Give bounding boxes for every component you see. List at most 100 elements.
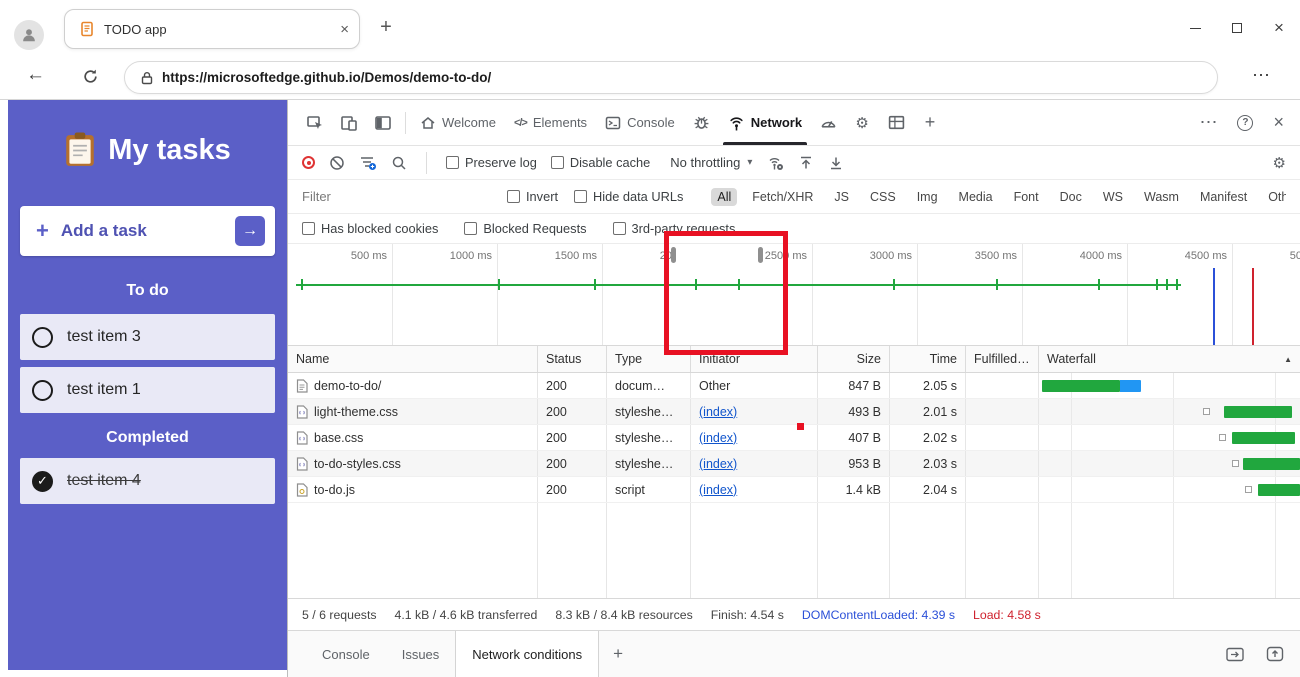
add-tool-icon[interactable]: +	[913, 100, 947, 145]
tab-debugger[interactable]	[684, 100, 719, 145]
address-bar[interactable]: https://microsoftedge.github.io/Demos/de…	[124, 61, 1218, 94]
filter-icon[interactable]	[359, 155, 377, 171]
close-devtools-icon[interactable]: ×	[1273, 112, 1284, 133]
request-row-light-theme-css[interactable]: light-theme.css200styleshe…(index)493 B2…	[288, 399, 1300, 425]
filter-pill-other[interactable]: Other	[1262, 188, 1286, 206]
new-tab-button[interactable]: +	[374, 14, 398, 40]
network-overview[interactable]: 500 ms1000 ms1500 ms2000 ms2500 ms3000 m…	[288, 244, 1300, 346]
filter-input[interactable]	[302, 189, 477, 204]
help-icon[interactable]: ?	[1237, 115, 1253, 131]
invert-checkbox[interactable]: Invert	[507, 189, 558, 204]
task-item[interactable]: ✓test item 4	[20, 458, 275, 504]
task-item[interactable]: test item 3	[20, 314, 275, 360]
filter-pill-font[interactable]: Font	[1008, 188, 1045, 206]
filter-pill-ws[interactable]: WS	[1097, 188, 1129, 206]
column-header-waterfall[interactable]: Waterfall▲	[1039, 346, 1300, 372]
name-cell[interactable]: demo-to-do/	[288, 373, 538, 398]
device-toolbar-icon[interactable]	[332, 100, 366, 145]
hide-data-urls-checkbox[interactable]: Hide data URLs	[574, 189, 683, 204]
checkbox-icon[interactable]	[574, 190, 587, 203]
add-task-button[interactable]: + Add a task →	[20, 206, 275, 256]
checkbox-icon[interactable]	[302, 222, 315, 235]
drawer-tab-console[interactable]: Console	[306, 631, 386, 677]
checkbox-icon[interactable]	[446, 156, 459, 169]
network-settings-gear-icon[interactable]: ⚙	[1273, 154, 1286, 172]
blocked-requests-checkbox[interactable]: Blocked Requests	[464, 221, 586, 236]
waterfall-cell	[1039, 477, 1300, 502]
tab-network[interactable]: Network	[719, 100, 811, 145]
request-row-demo-to-do[interactable]: demo-to-do/200docum…Other847 B2.05 s	[288, 373, 1300, 399]
request-row-base-css[interactable]: base.css200styleshe…(index)407 B2.02 s	[288, 425, 1300, 451]
request-row-to-do-js[interactable]: to-do.js200script(index)1.4 kB2.04 s	[288, 477, 1300, 503]
name-cell[interactable]: to-do-styles.css	[288, 451, 538, 476]
filter-pill-wasm[interactable]: Wasm	[1138, 188, 1185, 206]
maximize-button[interactable]	[1216, 0, 1258, 56]
inspect-icon[interactable]	[298, 100, 332, 145]
disable-cache-checkbox[interactable]: Disable cache	[551, 155, 650, 170]
drawer-tab-network-conditions[interactable]: Network conditions	[455, 631, 599, 677]
search-icon[interactable]	[391, 155, 407, 171]
filter-pill-manifest[interactable]: Manifest	[1194, 188, 1253, 206]
request-row-to-do-styles-css[interactable]: to-do-styles.css200styleshe…(index)953 B…	[288, 451, 1300, 477]
filter-pill-js[interactable]: JS	[828, 188, 855, 206]
open-panel-icon[interactable]	[1226, 647, 1244, 662]
column-header-size[interactable]: Size	[818, 346, 890, 372]
preserve-log-checkbox[interactable]: Preserve log	[446, 155, 537, 170]
record-icon[interactable]	[302, 156, 315, 169]
minimize-button[interactable]	[1174, 0, 1216, 56]
tab-console[interactable]: Console	[596, 100, 684, 145]
import-har-icon[interactable]	[828, 155, 844, 171]
clear-icon[interactable]	[329, 155, 345, 171]
initiator-link[interactable]: (index)	[691, 451, 818, 476]
filter-pill-doc[interactable]: Doc	[1054, 188, 1088, 206]
filter-pill-css[interactable]: CSS	[864, 188, 902, 206]
drawer-tab-issues[interactable]: Issues	[386, 631, 456, 677]
name-cell[interactable]: light-theme.css	[288, 399, 538, 424]
checkbox-icon[interactable]	[464, 222, 477, 235]
checked-circle-icon[interactable]: ✓	[32, 471, 53, 492]
export-har-icon[interactable]	[798, 155, 814, 171]
checkbox-icon[interactable]	[507, 190, 520, 203]
refresh-icon	[82, 68, 99, 85]
name-cell[interactable]: base.css	[288, 425, 538, 450]
more-options-icon[interactable]: ⋯	[1199, 112, 1217, 133]
export-icon[interactable]	[1266, 646, 1284, 662]
column-header-time[interactable]: Time	[890, 346, 966, 372]
profile-avatar[interactable]	[14, 20, 44, 50]
name-cell[interactable]: to-do.js	[288, 477, 538, 502]
tab-welcome[interactable]: Welcome	[411, 100, 505, 145]
activity-bar-icon[interactable]	[366, 100, 400, 145]
filter-pill-img[interactable]: Img	[911, 188, 944, 206]
task-item[interactable]: test item 1	[20, 367, 275, 413]
gear-tool-icon[interactable]: ⚙	[845, 100, 879, 145]
initiator-link[interactable]: (index)	[691, 477, 818, 502]
filter-pill-fetchxhr[interactable]: Fetch/XHR	[746, 188, 819, 206]
tab-elements[interactable]: </> Elements	[505, 100, 596, 145]
unchecked-circle-icon[interactable]	[32, 380, 53, 401]
close-window-button[interactable]: ×	[1258, 0, 1300, 56]
refresh-button[interactable]	[82, 68, 99, 90]
initiator-link[interactable]: (index)	[691, 399, 818, 424]
checkbox-icon[interactable]	[613, 222, 626, 235]
submit-task-button[interactable]: →	[235, 216, 265, 246]
network-conditions-icon[interactable]	[766, 154, 784, 171]
back-button[interactable]: ←	[26, 64, 45, 86]
resource-type-filters: All Fetch/XHR JS CSS Img Media Font Doc WS Wasm Ma…	[711, 188, 1286, 206]
column-header-fulfilled[interactable]: Fulfilled…	[966, 346, 1039, 372]
filter-pill-all[interactable]: All	[711, 188, 737, 206]
layout-panel-icon[interactable]	[879, 100, 913, 145]
performance-icon[interactable]	[811, 100, 845, 145]
checkbox-icon[interactable]	[551, 156, 564, 169]
stylesheet-icon	[296, 405, 308, 419]
activity-tick	[996, 279, 998, 290]
browser-tab[interactable]: TODO app ×	[64, 9, 360, 49]
unchecked-circle-icon[interactable]	[32, 327, 53, 348]
browser-menu-icon[interactable]: ⋯	[1252, 65, 1270, 86]
has-blocked-cookies-checkbox[interactable]: Has blocked cookies	[302, 221, 438, 236]
column-header-status[interactable]: Status	[538, 346, 607, 372]
throttling-dropdown[interactable]: No throttling ▾	[670, 155, 752, 170]
tab-close-icon[interactable]: ×	[340, 21, 349, 38]
filter-pill-media[interactable]: Media	[953, 188, 999, 206]
add-drawer-tool-icon[interactable]: +	[613, 631, 623, 677]
column-header-name[interactable]: Name	[288, 346, 538, 372]
